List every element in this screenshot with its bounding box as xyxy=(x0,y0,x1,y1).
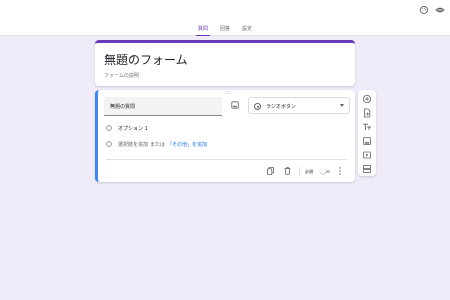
more-options-icon[interactable] xyxy=(338,167,342,175)
side-toolbar xyxy=(358,90,376,176)
add-option-row: 選択肢を追加 または 「その他」を追加 xyxy=(106,140,207,148)
required-label: 必須 xyxy=(305,169,313,174)
tab-bar: 質問 回答 設定 xyxy=(0,25,450,36)
add-video-icon[interactable] xyxy=(362,150,372,160)
image-icon[interactable] xyxy=(231,101,239,109)
eye-icon[interactable] xyxy=(435,5,445,15)
add-question-icon[interactable] xyxy=(362,94,372,104)
option-radio xyxy=(106,125,112,131)
option-row[interactable]: オプション 1 xyxy=(106,124,148,132)
question-type-label: ラジオボタン xyxy=(266,104,296,110)
palette-icon[interactable] xyxy=(419,5,429,15)
or-text: または xyxy=(150,141,166,148)
tab-questions[interactable]: 質問 xyxy=(195,25,210,36)
option-label[interactable]: オプション 1 xyxy=(118,125,148,132)
add-other-link[interactable]: 「その他」を追加 xyxy=(167,141,207,148)
duplicate-icon[interactable] xyxy=(267,167,274,175)
question-type-dropdown[interactable]: ラジオボタン xyxy=(248,97,350,114)
add-title-icon[interactable] xyxy=(362,122,372,132)
add-image-icon[interactable] xyxy=(362,136,372,146)
footer-separator xyxy=(299,167,300,175)
drag-handle-icon[interactable] xyxy=(225,91,231,94)
footer-divider xyxy=(106,159,347,160)
top-bar: 質問 回答 設定 xyxy=(0,0,450,36)
import-questions-icon[interactable] xyxy=(362,108,372,118)
required-toggle[interactable] xyxy=(320,168,330,174)
question-title-input[interactable]: 無題の質問 xyxy=(104,97,222,116)
tab-settings[interactable]: 設定 xyxy=(240,25,254,36)
form-title[interactable]: 無題のフォーム xyxy=(104,51,188,68)
chevron-down-icon xyxy=(340,104,344,107)
radio-type-icon xyxy=(254,103,261,110)
toggle-knob xyxy=(320,168,326,174)
option-radio xyxy=(106,141,112,147)
form-description[interactable]: フォームの説明 xyxy=(104,72,139,79)
tab-responses[interactable]: 回答 xyxy=(218,25,232,36)
question-card[interactable]: 無題の質問 ラジオボタン オプション 1 選択肢を追加 または 「その他」を追加… xyxy=(95,90,355,182)
add-section-icon[interactable] xyxy=(362,164,372,174)
form-title-card: 無題のフォーム フォームの説明 xyxy=(95,40,355,86)
delete-icon[interactable] xyxy=(284,167,291,175)
add-option-link[interactable]: 選択肢を追加 xyxy=(118,141,148,148)
